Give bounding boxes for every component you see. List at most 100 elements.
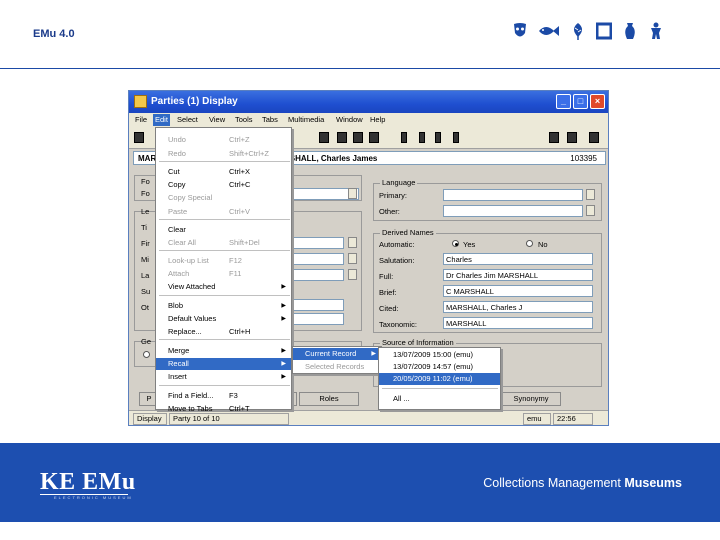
- toolbar-button[interactable]: [319, 132, 329, 143]
- first-name-field[interactable]: [289, 237, 344, 249]
- edit-menu-item[interactable]: Copy Special: [156, 192, 291, 204]
- tab-synonymy[interactable]: Synonymy: [501, 392, 561, 406]
- first-record-icon[interactable]: [401, 132, 407, 143]
- edit-menu-item[interactable]: Blob ▶: [156, 300, 291, 312]
- lookup-icon[interactable]: [348, 253, 357, 264]
- next-record-icon[interactable]: [435, 132, 441, 143]
- mask-icon: [514, 23, 526, 37]
- window-title: Parties (1) Display: [151, 96, 238, 107]
- other-name-field[interactable]: [289, 299, 344, 311]
- edit-menu-item[interactable]: Cut Ctrl+X: [156, 166, 291, 178]
- menu-item-label: Copy Special: [168, 193, 213, 202]
- edit-menu-item[interactable]: View Attached ▶: [156, 281, 291, 293]
- lookup-icon[interactable]: [348, 237, 357, 248]
- edit-menu-item[interactable]: Find a Field... F3: [156, 390, 291, 402]
- lookup-icon[interactable]: [348, 269, 357, 280]
- field-label: Fo: [141, 189, 150, 198]
- last-name-field[interactable]: [289, 269, 344, 281]
- menu-tabs[interactable]: Tabs: [262, 115, 278, 124]
- edit-menu-item[interactable]: Look-up List F12: [156, 255, 291, 267]
- menu-separator: [159, 339, 290, 340]
- menu-window[interactable]: Window: [336, 115, 363, 124]
- recall-submenu-item[interactable]: Selected Records: [293, 361, 381, 373]
- tab-roles[interactable]: Roles: [299, 392, 359, 406]
- menu-item-label: Paste: [168, 207, 188, 216]
- status-time: 22:56: [553, 413, 593, 425]
- menu-item-shortcut: Ctrl+T: [229, 404, 250, 413]
- recall-submenu-item[interactable]: Current Record ▶: [293, 348, 381, 360]
- gender-radio[interactable]: [143, 351, 150, 358]
- field-label: Le: [141, 207, 150, 216]
- lookup-icon[interactable]: [586, 205, 595, 216]
- last-record-icon[interactable]: [453, 132, 459, 143]
- submenu-arrow-icon: ▶: [281, 284, 286, 290]
- edit-menu-item[interactable]: Clear: [156, 224, 291, 236]
- maximize-button[interactable]: □: [573, 94, 588, 109]
- toolbar-button[interactable]: [369, 132, 379, 143]
- menu-item-label: Current Record: [305, 349, 357, 358]
- figure-icon: [651, 22, 661, 39]
- menu-multimedia[interactable]: Multimedia: [288, 115, 324, 124]
- toolbar-button[interactable]: [134, 132, 144, 143]
- menu-tools[interactable]: Tools: [235, 115, 253, 124]
- recall-history-item[interactable]: 20/05/2009 11:02 (emu): [379, 373, 500, 385]
- automatic-yes-radio[interactable]: [452, 240, 459, 247]
- menu-item-label: Look-up List: [168, 256, 209, 265]
- record-summary-prefix: MAR: [138, 154, 157, 163]
- automatic-no-radio[interactable]: [526, 240, 533, 247]
- cited-name-field[interactable]: MARSHALL, Charles J: [443, 301, 593, 313]
- toolbar-button[interactable]: [549, 132, 559, 143]
- menu-view[interactable]: View: [209, 115, 225, 124]
- edit-menu-item[interactable]: Default Values ▶: [156, 313, 291, 325]
- chevron-down-icon[interactable]: [348, 188, 357, 199]
- tagline-bold: Museums: [624, 476, 682, 490]
- help-icon[interactable]: [589, 132, 599, 143]
- menu-item-label: Blob: [168, 301, 184, 310]
- menu-file[interactable]: File: [135, 115, 147, 124]
- salutation-field[interactable]: Charles: [443, 253, 593, 265]
- edit-menu-item[interactable]: Redo Shift+Ctrl+Z: [156, 148, 291, 160]
- menu-item-label: Find a Field...: [168, 391, 214, 400]
- menu-item-label: 13/07/2009 14:57 (emu): [393, 362, 474, 371]
- edit-menu-item[interactable]: Merge ▶: [156, 345, 291, 357]
- edit-menu-item[interactable]: Insert ▶: [156, 371, 291, 383]
- toolbar-button[interactable]: [567, 132, 577, 143]
- recall-submenu: Current Record ▶ Selected Records: [292, 346, 382, 374]
- group-label: Language: [380, 178, 418, 187]
- edit-menu-item[interactable]: Copy Ctrl+C: [156, 179, 291, 191]
- menu-select[interactable]: Select: [177, 115, 198, 124]
- toolbar-button[interactable]: [337, 132, 347, 143]
- toolbar-button[interactable]: [353, 132, 363, 143]
- brief-name-field[interactable]: C MARSHALL: [443, 285, 593, 297]
- edit-menu-item[interactable]: Recall ▶: [156, 358, 291, 370]
- close-button[interactable]: ×: [590, 94, 605, 109]
- menu-help[interactable]: Help: [370, 115, 385, 124]
- lookup-icon[interactable]: [586, 189, 595, 200]
- salutation-label: Salutation:: [379, 256, 415, 265]
- menu-item-label: Default Values: [168, 314, 217, 323]
- middle-name-field[interactable]: [289, 253, 344, 265]
- footer-tagline: Collections Management Museums: [483, 476, 682, 490]
- prev-record-icon[interactable]: [419, 132, 425, 143]
- vase-icon: [625, 23, 635, 39]
- edit-menu-item[interactable]: Move to Tabs Ctrl+T: [156, 403, 291, 415]
- taxonomic-name-field[interactable]: MARSHALL: [443, 317, 593, 329]
- menu-separator: [159, 295, 290, 296]
- full-name-field[interactable]: Dr Charles Jim MARSHALL: [443, 269, 593, 281]
- edit-menu-item[interactable]: Paste Ctrl+V: [156, 206, 291, 218]
- menu-edit[interactable]: Edit: [153, 114, 170, 126]
- other-name-field-2[interactable]: [289, 313, 344, 325]
- window-titlebar[interactable]: Parties (1) Display _ □ ×: [129, 91, 608, 113]
- menu-item-label: Move to Tabs: [168, 404, 213, 413]
- edit-menu-item[interactable]: Replace... Ctrl+H: [156, 326, 291, 338]
- other-language-field[interactable]: [443, 205, 583, 217]
- recall-history-item[interactable]: All ...: [379, 393, 500, 405]
- recall-history-item[interactable]: 13/07/2009 15:00 (emu): [379, 349, 500, 361]
- submenu-arrow-icon: ▶: [281, 361, 286, 367]
- minimize-button[interactable]: _: [556, 94, 571, 109]
- edit-menu-item[interactable]: Undo Ctrl+Z: [156, 134, 291, 146]
- recall-history-item[interactable]: 13/07/2009 14:57 (emu): [379, 361, 500, 373]
- primary-language-field[interactable]: [443, 189, 583, 201]
- edit-menu-item[interactable]: Attach F11: [156, 268, 291, 280]
- edit-menu-item[interactable]: Clear All Shift+Del: [156, 237, 291, 249]
